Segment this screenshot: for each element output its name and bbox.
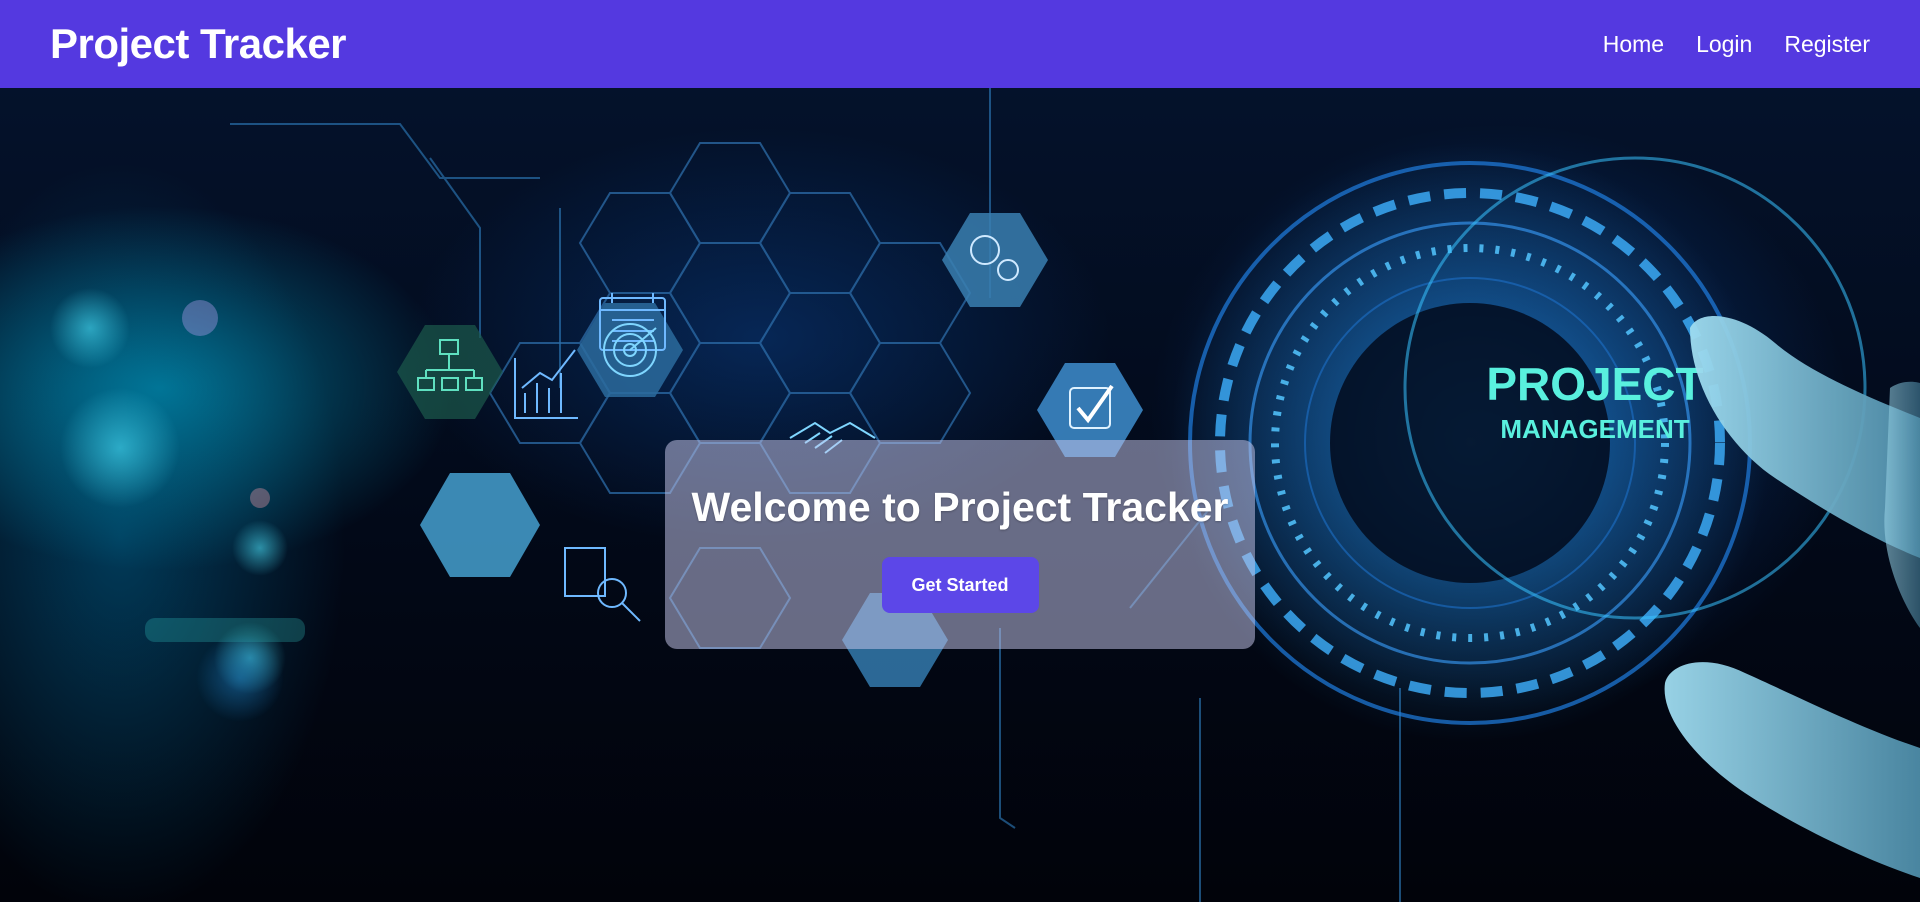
blur-hexagon-left <box>420 473 540 577</box>
bokeh-lights <box>50 288 305 722</box>
bar-chart-icon <box>514 349 578 419</box>
brand-logo[interactable]: Project Tracker <box>50 20 347 68</box>
nav-links: Home Login Register <box>1603 31 1870 58</box>
image-text-project: PROJECT <box>1486 358 1703 410</box>
welcome-card: Welcome to Project Tracker Get Started <box>665 440 1255 649</box>
hero-banner: PROJECT MANAGEMENT Welcome to Project Tr… <box>0 88 1920 902</box>
nav-home-link[interactable]: Home <box>1603 31 1664 58</box>
image-text-management: MANAGEMENT <box>1500 414 1689 444</box>
get-started-button[interactable]: Get Started <box>881 557 1039 613</box>
magnifier-icon <box>564 547 641 622</box>
nav-register-link[interactable]: Register <box>1784 31 1870 58</box>
top-navbar: Project Tracker Home Login Register <box>0 0 1920 88</box>
nav-login-link[interactable]: Login <box>1696 31 1752 58</box>
welcome-title: Welcome to Project Tracker <box>691 484 1229 530</box>
